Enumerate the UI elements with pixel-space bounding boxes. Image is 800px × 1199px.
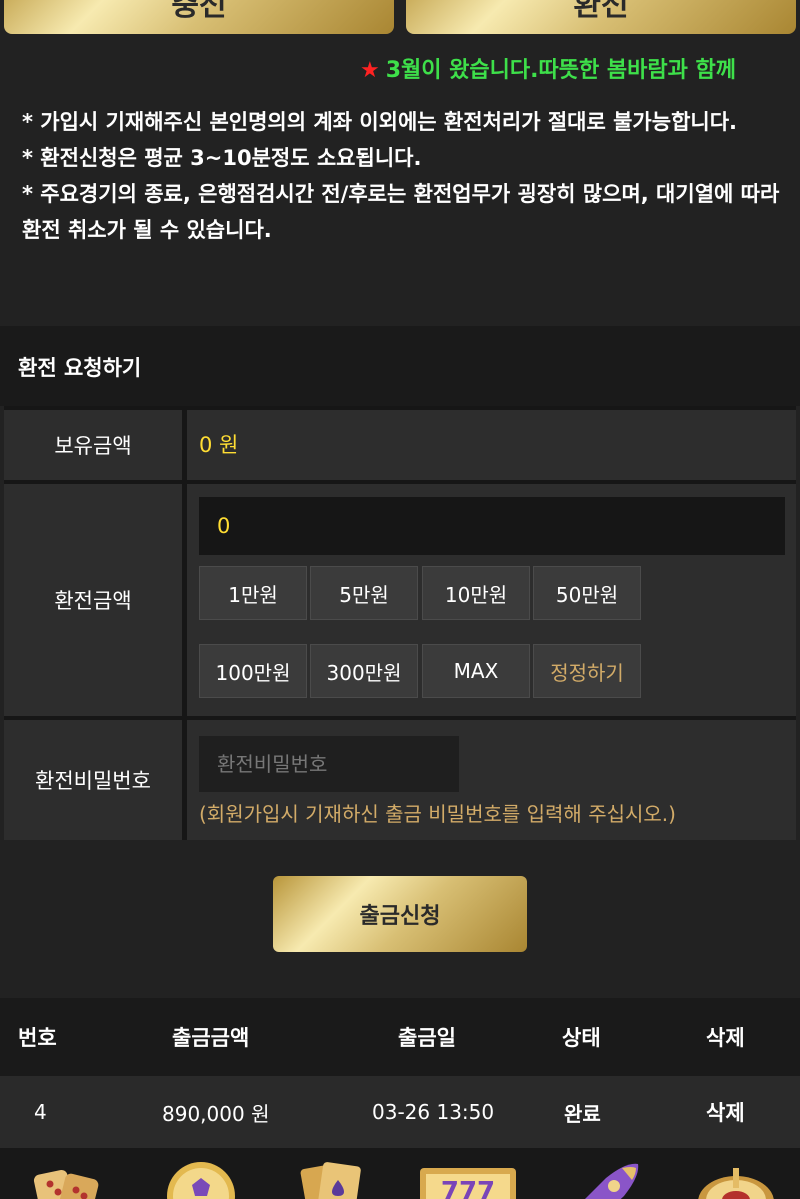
header-amount: 출금금액 [172,1026,250,1050]
amount-input[interactable]: 0 [199,497,785,555]
soccer-ball-icon[interactable] [164,1160,238,1199]
game-icon-bar: 777 [0,1148,800,1199]
password-label: 환전비밀번호 [4,720,182,840]
slot-777-icon[interactable]: 777 [420,1168,516,1199]
exchange-form: 보유금액 0 원 환전금액 0 1만원 5만원 10만원 50만원 100만원 … [4,406,796,840]
amount-max-button[interactable]: MAX [422,644,530,698]
panel-title: 환전 요청하기 [0,326,800,406]
row-delete-button[interactable]: 삭제 [706,1076,745,1148]
amount-10man-button[interactable]: 10만원 [422,566,530,620]
password-help-text: (회원가입시 기재하신 출금 비밀번호를 입력해 주십시오.) [199,802,676,826]
amount-100man-button[interactable]: 100만원 [199,644,307,698]
amount-300man-button[interactable]: 300만원 [310,644,418,698]
header-date: 출금일 [398,1026,456,1050]
password-row: 환전비밀번호 (회원가입시 기재하신 출금 비밀번호를 입력해 주십시오.) [187,720,796,840]
notice-line: * 주요경기의 종료, 은행점검시간 전/후로는 환전업무가 굉장히 많으며, … [22,182,780,242]
marquee-notice: ★ 3월이 왔습니다.따뜻한 봄바람과 함께 [360,52,736,84]
svg-text:777: 777 [441,1177,495,1199]
header-status: 상태 [562,1026,601,1050]
row-amount: 890,000 원 [162,1101,270,1126]
password-input[interactable]: 환전비밀번호 [199,736,459,792]
tab-charge-label: 충전 [171,0,227,23]
exchange-notice: * 가입시 기재해주신 본인명의의 계좌 이외에는 환전처리가 절대로 불가능합… [22,104,782,248]
amount-5man-button[interactable]: 5만원 [310,566,418,620]
roulette-icon[interactable] [696,1162,776,1199]
notice-line: * 가입시 기재해주신 본인명의의 계좌 이외에는 환전처리가 절대로 불가능합… [22,110,738,134]
row-date: 03-26 13:50 [372,1100,495,1124]
balance-value: 0 원 [199,433,239,457]
header-delete: 삭제 [706,1026,745,1050]
table-row: 4 890,000 원 03-26 13:50 완료 삭제 [0,1076,800,1148]
amount-label: 환전금액 [4,484,182,716]
header-number: 번호 [18,1026,57,1050]
withdraw-submit-button[interactable]: 출금신청 [273,876,527,952]
row-status: 완료 [564,1101,601,1126]
balance-label: 보유금액 [4,410,182,480]
notice-line: * 환전신청은 평균 3~10분정도 소요됩니다. [22,146,422,170]
amount-reset-button[interactable]: 정정하기 [533,644,641,698]
tab-exchange[interactable]: 환전 [406,0,796,34]
playing-cards-icon[interactable] [300,1160,364,1199]
row-number: 4 [34,1100,47,1124]
amount-50man-button[interactable]: 50만원 [533,566,641,620]
amount-row: 0 1만원 5만원 10만원 50만원 100만원 300만원 MAX 정정하기 [187,484,796,716]
rocket-icon[interactable] [566,1162,642,1199]
tab-exchange-label: 환전 [573,0,629,23]
history-table-header: 번호 출금금액 출금일 상태 삭제 [0,998,800,1076]
marquee-text: 3월이 왔습니다.따뜻한 봄바람과 함께 [385,58,736,83]
star-icon: ★ [360,58,380,83]
amount-1man-button[interactable]: 1만원 [199,566,307,620]
tab-charge[interactable]: 충전 [4,0,394,34]
dice-icon[interactable] [28,1162,104,1199]
balance-row: 0 원 [187,410,796,480]
